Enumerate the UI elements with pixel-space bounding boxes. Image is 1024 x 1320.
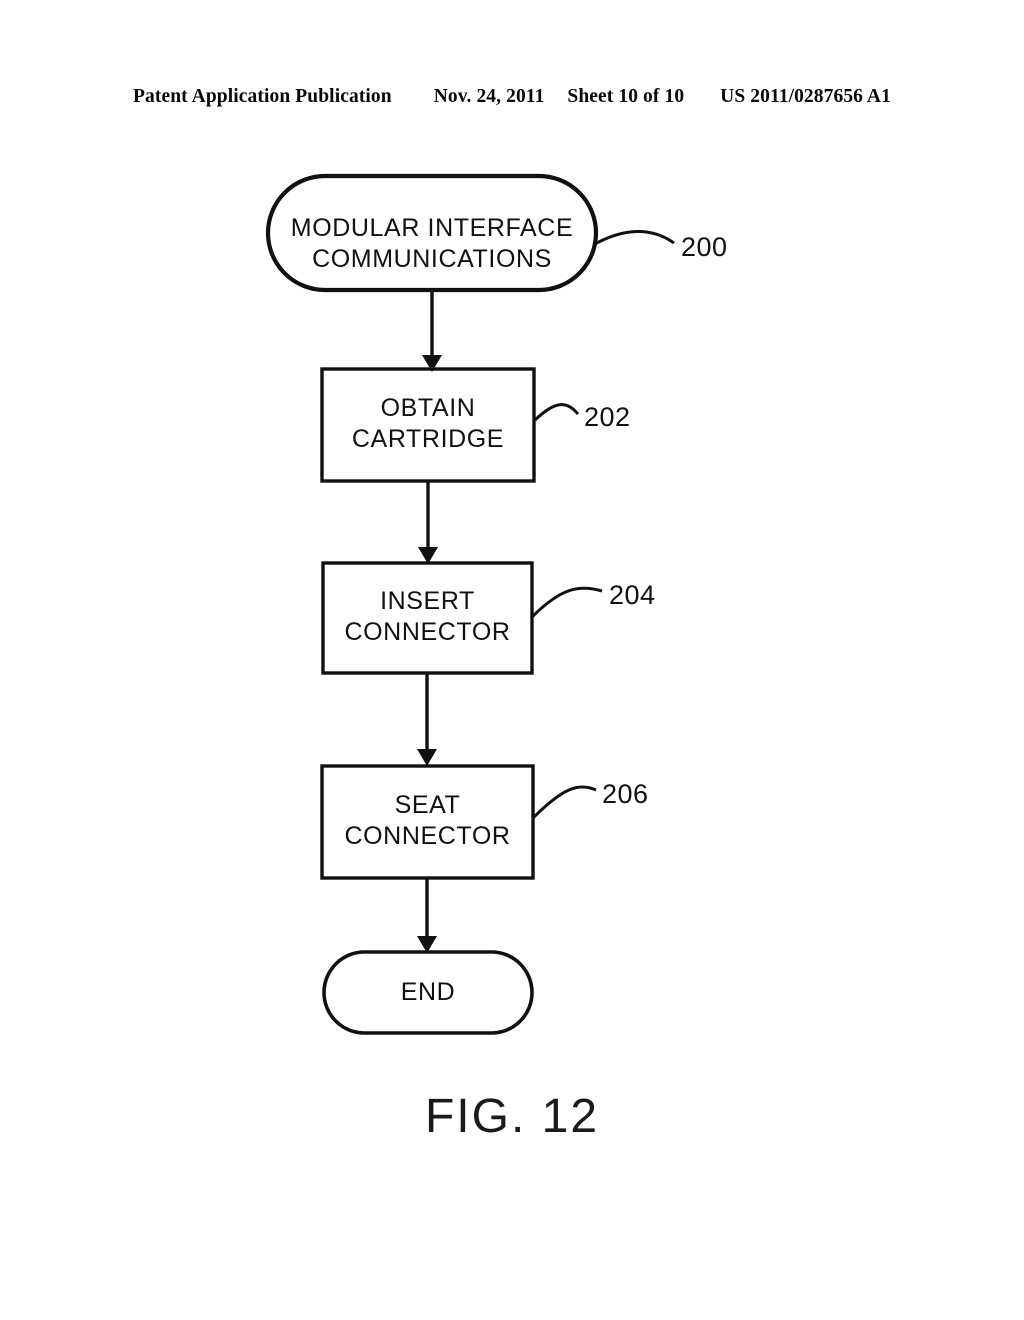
leader-line-206 <box>531 785 597 820</box>
reference-numeral-204: 204 <box>609 580 656 610</box>
leader-line-200 <box>592 230 675 247</box>
leader-line-202 <box>533 403 580 422</box>
figure-caption: FIG. 12 <box>424 1090 600 1143</box>
reference-numeral-200: 200 <box>681 232 728 262</box>
node-shape-insert-connector <box>321 561 534 675</box>
node-shape-end <box>322 950 534 1035</box>
reference-numeral-206: 206 <box>602 779 649 809</box>
node-shape-obtain-cartridge <box>320 367 536 483</box>
node-shape-seat-connector <box>320 764 535 880</box>
leader-line-204 <box>530 586 603 619</box>
node-shape-modular-interface-communications <box>265 173 599 293</box>
leader-lines-group <box>530 230 675 820</box>
reference-numeral-202: 202 <box>584 402 631 432</box>
